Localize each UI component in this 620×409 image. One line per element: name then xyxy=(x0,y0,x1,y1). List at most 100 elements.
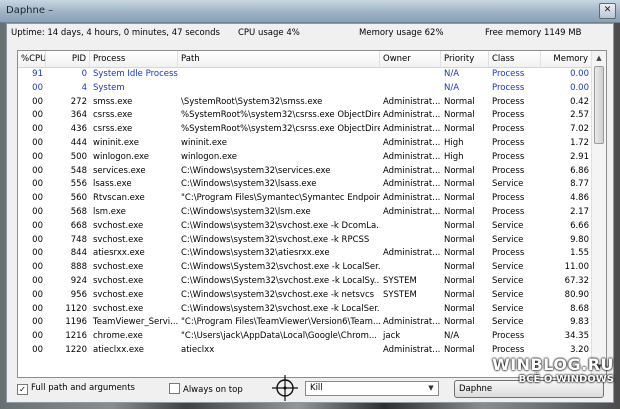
row-owner: Administrat... xyxy=(383,179,441,190)
row-owner: Administrat... xyxy=(383,110,441,121)
row-pid: 0 xyxy=(81,69,87,79)
row-pid: 560 xyxy=(70,193,87,204)
row-owner: Administrat... xyxy=(383,248,441,259)
table-row[interactable]: 00 560 Rtvscan.exe "C:\Program Files\Symant… xyxy=(18,192,592,206)
row-path: C:\Windows\system32\lsm.exe xyxy=(181,206,311,217)
table-row[interactable]: 00 748 svchost.exe C:\Windows\system32\svch… xyxy=(18,234,592,248)
row-cpu: 00 xyxy=(32,303,43,314)
row-cpu: 00 xyxy=(32,137,43,148)
process-list[interactable]: %CPU PID Process Path Owner Priority Cla… xyxy=(17,50,607,378)
row-memory: 6.66 xyxy=(570,220,589,231)
always-on-top-checkbox[interactable]: Always on top xyxy=(169,383,243,395)
column-header-process[interactable]: Process xyxy=(90,51,178,67)
row-pid: 924 xyxy=(70,275,87,286)
row-path: C:\Windows\system32\svchost.exe -k Local… xyxy=(181,303,380,314)
table-row[interactable]: 00 4 System N/A Process 0.00 xyxy=(18,82,592,96)
table-row[interactable]: 00 568 lsm.exe C:\Windows\system32\lsm.exe A… xyxy=(18,206,592,220)
table-row[interactable]: 00 668 svchost.exe C:\Windows\system32\svch… xyxy=(18,220,592,234)
column-header-priority[interactable]: Priority xyxy=(441,51,489,67)
row-cpu: 00 xyxy=(32,234,43,245)
row-process: svchost.exe xyxy=(93,303,144,314)
row-class: Process xyxy=(492,96,525,107)
row-process: lsm.exe xyxy=(93,206,126,217)
title-bar[interactable]: Daphne – ✕ xyxy=(0,0,620,23)
table-row[interactable]: 00 556 lsass.exe C:\Windows\system32\lsass.… xyxy=(18,178,592,192)
row-cpu: 00 xyxy=(32,206,43,217)
column-header-path[interactable]: Path xyxy=(178,51,380,67)
row-path: "C:\Users\jack\AppData\Local\Google\Chro… xyxy=(181,331,377,342)
table-row[interactable]: 00 500 winlogon.exe winlogon.exe Administrat… xyxy=(18,151,592,165)
row-class: Process xyxy=(492,82,525,93)
row-owner: SYSTEM xyxy=(383,289,417,300)
column-header-owner[interactable]: Owner xyxy=(380,51,441,67)
scroll-up-icon[interactable]: ▲ xyxy=(593,52,605,65)
column-header-class[interactable]: Class xyxy=(489,51,541,67)
row-class: Process xyxy=(492,331,525,342)
row-cpu: 00 xyxy=(32,317,43,328)
row-path: C:\Windows\system32\lsass.exe xyxy=(181,179,317,190)
table-row[interactable]: 00 436 csrss.exe %SystemRoot%\system32\csrs… xyxy=(18,123,592,137)
row-owner: Administrat... xyxy=(383,151,441,162)
column-header-cpu[interactable]: %CPU xyxy=(18,51,46,67)
row-cpu: 00 xyxy=(32,248,43,259)
row-pid: 844 xyxy=(70,248,87,259)
row-priority: N/A xyxy=(444,331,460,342)
table-row[interactable]: 00 956 svchost.exe C:\Windows\system32\svch… xyxy=(18,289,592,303)
row-cpu: 00 xyxy=(32,193,43,204)
row-priority: Normal xyxy=(444,96,475,107)
row-owner: Administrat... xyxy=(383,206,441,217)
row-priority: Normal xyxy=(444,124,475,135)
row-memory: 4.86 xyxy=(570,193,589,204)
row-pid: 1220 xyxy=(65,344,87,355)
action-select-value: Kill xyxy=(310,383,323,393)
process-list-header: %CPU PID Process Path Owner Priority Cla… xyxy=(18,51,592,68)
dropdown-arrow-icon[interactable]: ▼ xyxy=(425,383,437,394)
table-row[interactable]: 00 444 wininit.exe wininit.exe Administrat..… xyxy=(18,137,592,151)
table-row[interactable]: 00 1196 TeamViewer_Servi... "C:\Program Fil… xyxy=(18,316,592,330)
always-on-top-checkbox-box[interactable] xyxy=(169,383,180,394)
row-priority: Normal xyxy=(444,179,475,190)
table-row[interactable]: 00 1120 svchost.exe C:\Windows\system32\svc… xyxy=(18,303,592,317)
row-class: Process xyxy=(492,69,525,79)
table-row[interactable]: 91 0 System Idle Process N/A Process 0.00 xyxy=(18,68,592,82)
table-row[interactable]: 00 1216 chrome.exe "C:\Users\jack\AppData\L… xyxy=(18,330,592,344)
row-owner: Administrat... xyxy=(383,193,441,204)
row-process: chrome.exe xyxy=(93,331,143,342)
row-memory: 6.86 xyxy=(570,165,589,176)
row-pid: 1216 xyxy=(65,331,87,342)
full-path-checkbox-box[interactable]: ✓ xyxy=(17,384,28,395)
vertical-scrollbar[interactable]: ▲ ▼ xyxy=(591,51,606,375)
crosshair-target-icon[interactable] xyxy=(272,375,298,401)
column-header-pid[interactable]: PID xyxy=(46,51,90,67)
row-process: services.exe xyxy=(93,165,146,176)
row-process: System Idle Process xyxy=(93,69,178,79)
table-row[interactable]: 00 272 smss.exe \SystemRoot\System32\smss.e… xyxy=(18,96,592,110)
row-memory: 2.17 xyxy=(570,206,589,217)
row-priority: Normal xyxy=(444,262,475,273)
column-header-memory[interactable]: Memory xyxy=(541,51,592,67)
row-path: C:\Windows\system32\svchost.exe -k RPCSS xyxy=(181,234,370,245)
close-button[interactable]: ✕ xyxy=(599,3,616,19)
table-row[interactable]: 00 364 csrss.exe %SystemRoot%\system32\csrs… xyxy=(18,109,592,123)
watermark-line2: ВСЁ О WINDOWS xyxy=(518,374,614,385)
row-cpu: 00 xyxy=(32,289,43,300)
scrollbar-thumb[interactable] xyxy=(594,66,604,144)
row-cpu: 00 xyxy=(32,124,43,135)
row-owner: jack xyxy=(383,331,401,342)
table-row[interactable]: 00 924 svchost.exe C:\Windows\System32\svch… xyxy=(18,275,592,289)
memory-usage-label: Memory usage 62% xyxy=(359,28,444,38)
row-path: C:\Windows\system32\svchost.exe -k netsv… xyxy=(181,289,375,300)
action-select[interactable]: Kill ▼ xyxy=(305,381,439,396)
row-path: %SystemRoot%\system32\csrss.exe ObjectDi… xyxy=(181,110,380,121)
row-pid: 444 xyxy=(70,137,87,148)
row-memory: 1.72 xyxy=(570,137,589,148)
watermark: WINBLOG.RU ВСЁ О WINDOWS xyxy=(462,355,614,385)
row-process: System xyxy=(93,82,125,93)
table-row[interactable]: 00 888 svchost.exe C:\Windows\System32\svch… xyxy=(18,261,592,275)
row-cpu: 91 xyxy=(32,69,43,79)
row-cpu: 00 xyxy=(32,165,43,176)
full-path-checkbox[interactable]: ✓ Full path and arguments xyxy=(17,383,135,395)
table-row[interactable]: 00 844 atiesrxx.exe C:\Windows\system32\ati… xyxy=(18,247,592,261)
row-memory: 34.35 xyxy=(564,331,589,342)
table-row[interactable]: 00 548 services.exe C:\Windows\system32\ser… xyxy=(18,165,592,179)
